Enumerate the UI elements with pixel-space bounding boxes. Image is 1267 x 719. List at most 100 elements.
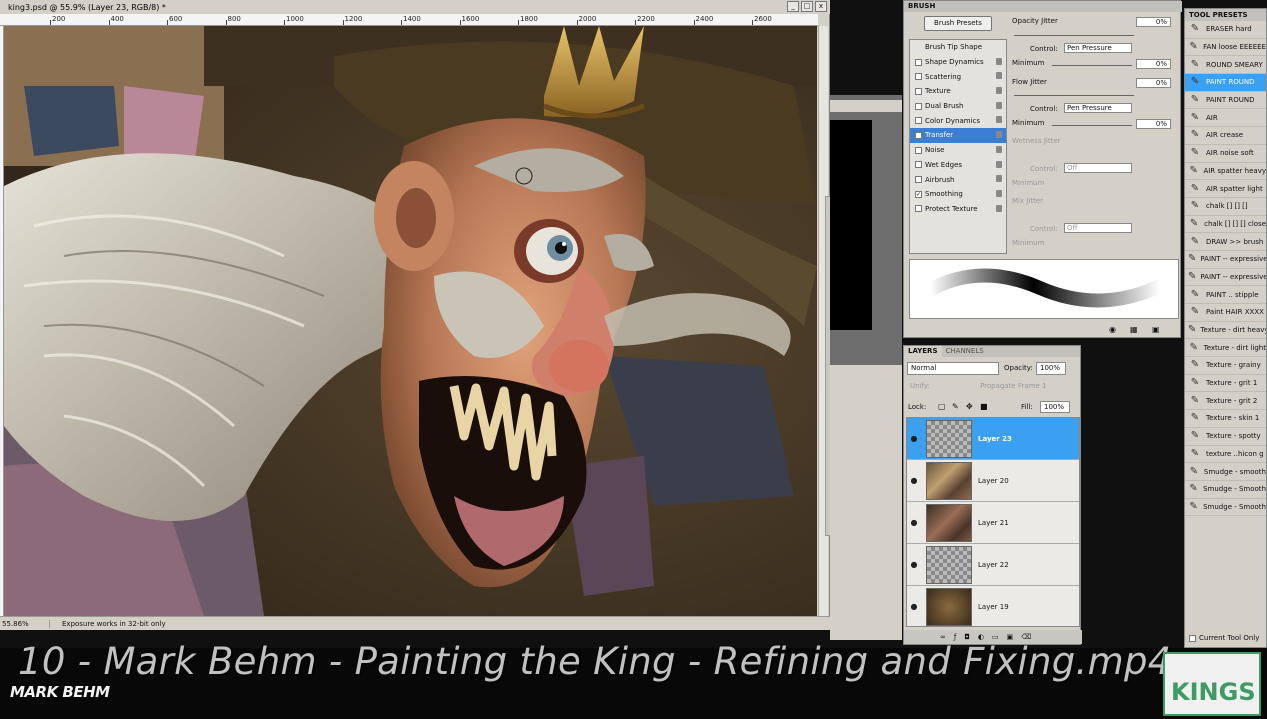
tool-preset-item[interactable]: ✎ PAINT -- expressive: [1185, 251, 1266, 269]
tool-preset-item[interactable]: ✎ FAN loose EEEEEE: [1185, 39, 1266, 57]
brush-setting-item[interactable]: Airbrush: [910, 172, 1006, 187]
opacity-minimum-value[interactable]: 0%: [1136, 59, 1171, 69]
tool-preset-item[interactable]: ✎ Texture - skin 1: [1185, 410, 1266, 428]
document-titlebar[interactable]: king3.psd @ 55.9% (Layer 23, RGB/8) * _ …: [0, 0, 830, 14]
lock-icon[interactable]: [996, 145, 1002, 153]
grid-icon[interactable]: ▦: [1130, 325, 1138, 334]
tool-preset-item[interactable]: ✎ AIR spatter heavy: [1185, 163, 1266, 181]
minimize-button[interactable]: _: [787, 1, 799, 12]
flow-jitter-value[interactable]: 0%: [1136, 78, 1171, 88]
brush-setting-checkbox[interactable]: [915, 87, 922, 95]
brush-setting-checkbox[interactable]: [915, 161, 922, 169]
lock-move-icon[interactable]: ✥: [966, 402, 973, 411]
brush-tab[interactable]: BRUSH: [904, 1, 1182, 12]
opacity-input[interactable]: 100%: [1036, 362, 1066, 375]
brush-setting-item[interactable]: Texture: [910, 84, 1006, 99]
tool-preset-item[interactable]: ✎ PAINT ROUND: [1185, 74, 1266, 92]
opacity-control-select[interactable]: Pen Pressure: [1064, 43, 1132, 53]
eye-icon[interactable]: ●: [907, 544, 921, 586]
lock-icon[interactable]: [996, 57, 1002, 65]
brush-setting-checkbox[interactable]: [915, 176, 922, 184]
brush-setting-checkbox[interactable]: [915, 58, 922, 66]
lock-icon[interactable]: [996, 189, 1002, 197]
secondary-titlebar[interactable]: [830, 100, 902, 112]
lock-icon[interactable]: [996, 160, 1002, 168]
lock-paint-icon[interactable]: ✎: [952, 402, 959, 411]
flow-control-select[interactable]: Pen Pressure: [1064, 103, 1132, 113]
tab-channels[interactable]: CHANNELS: [942, 346, 988, 357]
lock-icon[interactable]: [996, 72, 1002, 80]
tab-layers[interactable]: LAYERS: [904, 346, 942, 357]
maximize-button[interactable]: □: [801, 1, 813, 12]
tool-preset-item[interactable]: ✎ Texture - dirt light: [1185, 339, 1266, 358]
brush-setting-checkbox[interactable]: [915, 117, 922, 125]
layer-row[interactable]: ● Layer 23: [907, 418, 1079, 460]
zoom-readout[interactable]: 55.86%: [0, 619, 50, 628]
opacity-minimum-slider[interactable]: [1052, 65, 1132, 66]
tool-preset-item[interactable]: ✎ Smudge - smooth: [1185, 463, 1266, 481]
tool-preset-item[interactable]: ✎ Smudge - Smooth: [1185, 499, 1266, 517]
flow-minimum-value[interactable]: 0%: [1136, 119, 1171, 129]
lock-all-icon[interactable]: ■: [980, 402, 988, 411]
tool-preset-item[interactable]: ✎ PAINT ROUND: [1185, 92, 1266, 110]
brush-setting-item[interactable]: ✓ Transfer: [910, 128, 1006, 143]
eye-icon[interactable]: ●: [907, 460, 921, 502]
layer-row[interactable]: ● Layer 21: [907, 502, 1079, 544]
tool-preset-item[interactable]: ✎ texture ..hicon g: [1185, 446, 1266, 464]
tool-preset-item[interactable]: ✎ chalk [] [] []: [1185, 198, 1266, 216]
current-tool-only-checkbox[interactable]: Current Tool Only: [1189, 634, 1259, 642]
close-button[interactable]: x: [815, 1, 827, 12]
layer-row[interactable]: ● Layer 19: [907, 586, 1079, 627]
tool-preset-item[interactable]: ✎ Texture - spotty: [1185, 428, 1266, 446]
brush-setting-item[interactable]: Noise: [910, 143, 1006, 158]
horizontal-ruler[interactable]: 200 400 600 800 1000 1200 1400 1600 1800 2000 2200…: [0, 14, 818, 26]
brush-setting-checkbox[interactable]: [915, 73, 922, 81]
lock-icon[interactable]: [996, 204, 1002, 212]
tool-preset-item[interactable]: ✎ PAINT -- expressive: [1185, 269, 1266, 287]
layer-row[interactable]: ● Layer 22: [907, 544, 1079, 586]
tool-preset-item[interactable]: ✎ Texture - grainy: [1185, 357, 1266, 375]
eye-icon[interactable]: ●: [907, 418, 921, 460]
brush-setting-checkbox[interactable]: [915, 146, 922, 154]
brush-setting-item[interactable]: ✓ Smoothing: [910, 187, 1006, 202]
flow-minimum-slider[interactable]: [1052, 125, 1132, 126]
tool-preset-item[interactable]: ✎ AIR noise soft: [1185, 145, 1266, 163]
wetness-control-select[interactable]: Off: [1064, 163, 1132, 173]
brush-setting-item[interactable]: Scattering: [910, 69, 1006, 84]
tool-preset-item[interactable]: ✎ PAINT .. stipple: [1185, 286, 1266, 304]
eye-icon[interactable]: ●: [907, 502, 921, 544]
flow-jitter-slider[interactable]: [1014, 95, 1134, 96]
brush-setting-item[interactable]: Color Dynamics: [910, 113, 1006, 128]
lock-icon[interactable]: [996, 131, 1002, 139]
eye-icon[interactable]: ●: [907, 586, 921, 627]
brush-setting-item[interactable]: Dual Brush: [910, 99, 1006, 114]
tool-preset-item[interactable]: ✎ ERASER hard: [1185, 21, 1266, 39]
lock-icon[interactable]: [996, 87, 1002, 95]
tool-preset-item[interactable]: ✎ ROUND SMEARY: [1185, 56, 1266, 75]
fill-input[interactable]: 100%: [1040, 401, 1070, 413]
tool-preset-item[interactable]: ✎ Texture - grit 2: [1185, 392, 1266, 411]
new-preset-icon[interactable]: ▣: [1152, 325, 1160, 334]
tool-preset-item[interactable]: ✎ Texture - dirt heavy: [1185, 322, 1266, 340]
tool-preset-item[interactable]: ✎ Paint HAIR XXXX: [1185, 304, 1266, 322]
brush-setting-item[interactable]: Brush Tip Shape: [910, 40, 1006, 55]
layer-row[interactable]: ● Layer 20: [907, 460, 1079, 502]
lock-icon[interactable]: [996, 116, 1002, 124]
lock-icon[interactable]: [996, 101, 1002, 109]
tool-presets-tab[interactable]: TOOL PRESETS: [1185, 9, 1266, 21]
vertical-scrollbar[interactable]: [818, 26, 832, 616]
opacity-jitter-value[interactable]: 0%: [1136, 17, 1171, 27]
brush-setting-item[interactable]: Shape Dynamics: [910, 55, 1006, 70]
tool-preset-item[interactable]: ✎ Smudge - Smooth: [1185, 481, 1266, 499]
brush-setting-checkbox[interactable]: [915, 102, 922, 110]
tool-preset-item[interactable]: ✎ DRAW >> brush: [1185, 233, 1266, 251]
opacity-jitter-slider[interactable]: [1014, 35, 1134, 36]
tool-preset-item[interactable]: ✎ Texture - grit 1: [1185, 375, 1266, 393]
brush-setting-checkbox[interactable]: ✓: [915, 131, 922, 139]
lock-icon[interactable]: [996, 175, 1002, 183]
tool-preset-item[interactable]: ✎ chalk [] [] [] close: [1185, 216, 1266, 234]
brush-setting-checkbox[interactable]: [915, 205, 922, 213]
tool-preset-item[interactable]: ✎ AIR crease: [1185, 127, 1266, 145]
checkbox-box[interactable]: [1189, 634, 1196, 642]
blend-mode-select[interactable]: Normal: [907, 362, 999, 375]
